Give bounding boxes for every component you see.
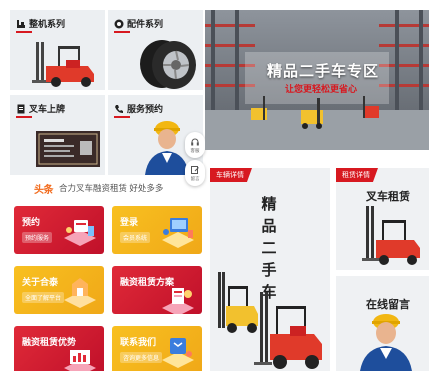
tile-underline — [16, 31, 32, 33]
reserve-card[interactable]: 预约 预约服务 — [14, 206, 104, 254]
rental-details-tag: 租赁详情 — [336, 168, 378, 182]
online-message-panel[interactable]: 在线留言 — [336, 276, 429, 371]
login-card-title: 登录 — [120, 217, 139, 227]
banner-subtitle: 让您更轻松更省心 — [285, 84, 358, 94]
forklift-red-image — [362, 206, 420, 265]
forklift-red-image — [32, 42, 94, 87]
tile-underline — [114, 116, 130, 118]
headset-icon — [191, 138, 199, 145]
gear-circle-icon — [114, 19, 124, 28]
phone-icon — [115, 104, 123, 113]
finance-plan-card[interactable]: 融资租赁方案 — [112, 266, 202, 314]
tile-listing-header: 叉车上牌 — [16, 102, 65, 115]
contact-card-subtitle: 咨询更多信息 — [120, 352, 163, 363]
tile-machines[interactable]: 整机系列 — [10, 10, 105, 90]
license-certificate-image — [36, 131, 100, 167]
headline-bar[interactable]: 头条 合力叉车融资租赁 好处多多 — [34, 180, 204, 196]
tile-parts-header: 配件系列 — [114, 17, 163, 30]
tile-listing[interactable]: 叉车上牌 — [10, 95, 105, 175]
customer-service-float-button[interactable]: 客服 — [185, 132, 205, 158]
edit-note-icon — [191, 165, 199, 174]
vehicle-details-tag: 车辆详情 — [210, 168, 252, 182]
finance-advantage-illustration-icon — [64, 350, 96, 371]
about-card-subtitle: 全面了解平台 — [22, 292, 65, 303]
tile-underline — [16, 116, 32, 118]
reserve-card-subtitle: 预约服务 — [22, 232, 53, 243]
message-worker-image — [360, 314, 412, 371]
forklift-group-image — [218, 272, 322, 369]
vehicle-details-panel[interactable]: 车辆详情 精品二手车 — [210, 168, 330, 371]
tile-machines-label: 整机系列 — [29, 19, 66, 29]
used-car-banner[interactable]: 精品二手车专区 让您更轻松更省心 — [205, 10, 429, 150]
tile-service-header: 服务预约 — [114, 102, 163, 115]
rental-details-panel[interactable]: 租赁详情 叉车租赁 — [336, 168, 429, 270]
customer-service-float-label: 客服 — [190, 147, 200, 153]
message-panel-title: 在线留言 — [366, 299, 410, 311]
banner-title: 精品二手车专区 — [267, 63, 380, 80]
headline-logo: 头条 — [34, 184, 54, 196]
login-card[interactable]: 登录 会员系统 — [112, 206, 202, 254]
tile-listing-label: 叉车上牌 — [29, 104, 66, 114]
tile-machines-header: 整机系列 — [16, 17, 65, 30]
reserve-card-title: 预约 — [22, 217, 41, 227]
tires-image — [140, 40, 196, 89]
about-card-title: 关于合泰 — [22, 277, 59, 287]
about-card[interactable]: 关于合泰 全面了解平台 — [14, 266, 104, 314]
about-illustration-icon — [64, 278, 96, 308]
tile-underline — [114, 31, 130, 33]
rental-panel-title: 叉车租赁 — [366, 191, 410, 203]
tile-parts[interactable]: 配件系列 — [108, 10, 203, 90]
reserve-illustration-icon — [64, 220, 96, 246]
finance-plan-illustration-icon — [162, 288, 194, 314]
headline-text: 合力叉车融资租赁 好处多多 — [59, 183, 164, 193]
contact-card-title: 联系我们 — [120, 337, 157, 347]
contact-card[interactable]: 联系我们 咨询更多信息 — [112, 326, 202, 371]
login-card-subtitle: 会员系统 — [120, 232, 151, 243]
tile-parts-label: 配件系列 — [127, 19, 164, 29]
finance-advantage-card[interactable]: 融资租赁优势 — [14, 326, 104, 371]
tile-service-label: 服务预约 — [127, 104, 164, 114]
forklift-logo-icon — [17, 19, 25, 28]
document-icon — [17, 104, 25, 113]
login-illustration-icon — [162, 218, 194, 248]
contact-illustration-icon — [162, 338, 194, 368]
